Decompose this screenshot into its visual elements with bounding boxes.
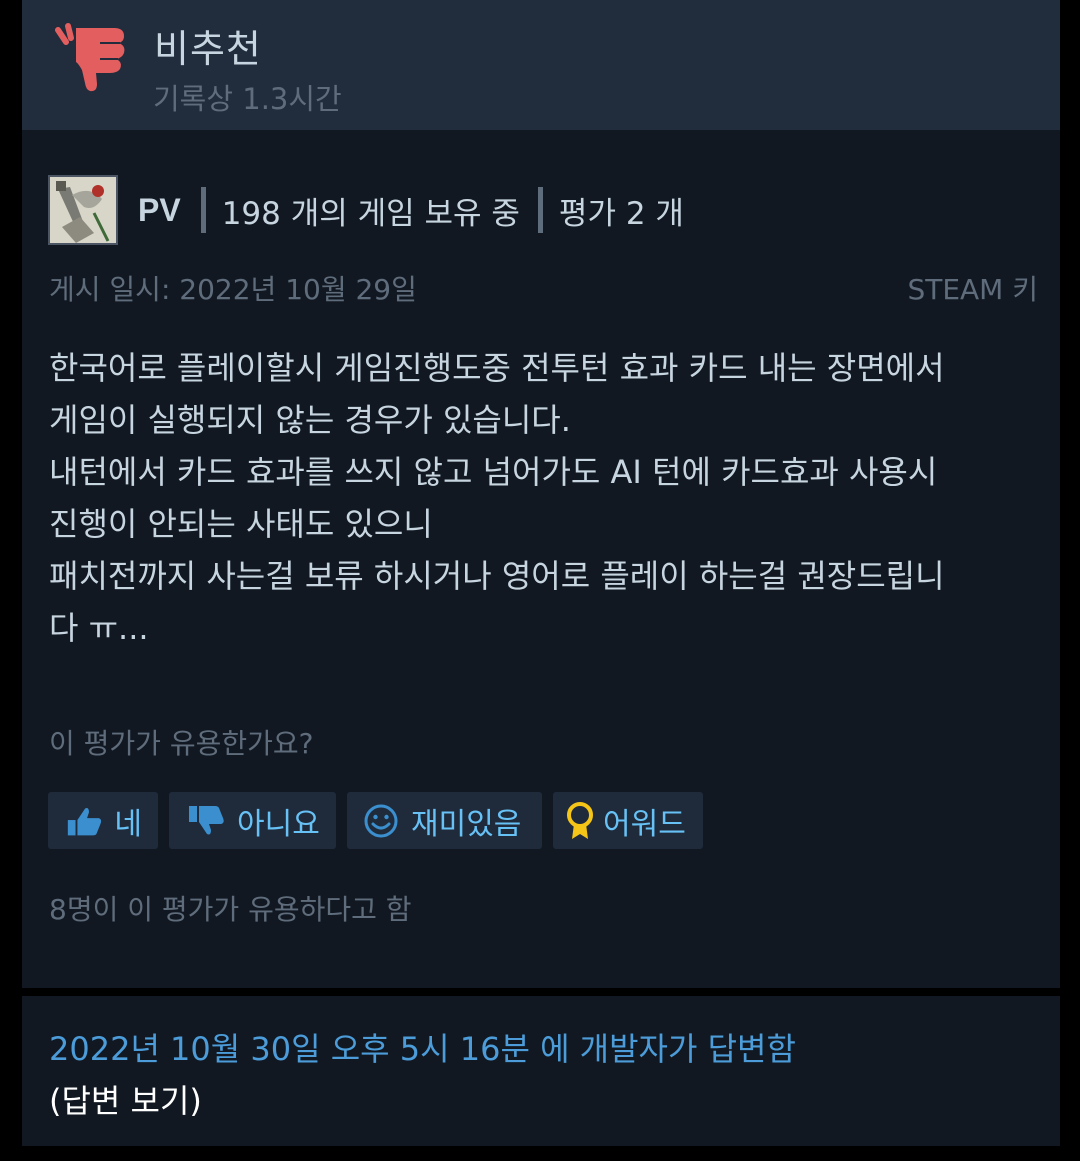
helpful-count: 8명이 이 평가가 유용하다고 함 xyxy=(49,893,412,926)
author-row: PV 198 개의 게임 보유 중 평가 2 개 xyxy=(48,175,684,245)
award-ribbon-icon xyxy=(567,801,593,839)
games-owned[interactable]: 198 개의 게임 보유 중 xyxy=(222,188,520,233)
vote-funny-button[interactable]: 재미있음 xyxy=(347,792,542,849)
helpful-question: 이 평가가 유용한가요? xyxy=(49,727,314,760)
vote-yes-label: 네 xyxy=(114,806,142,842)
smiley-icon xyxy=(364,804,398,837)
review-body: PV 198 개의 게임 보유 중 평가 2 개 게시 일시: 2022년 10… xyxy=(22,130,1060,988)
developer-response: 2022년 10월 30일 오후 5시 16분 에 개발자가 답변함 (답변 보… xyxy=(22,996,1060,1146)
review-header: 비추천 기록상 1.3시간 xyxy=(22,0,1060,130)
review-verdict: 비추천 xyxy=(154,27,262,71)
thumbs-down-icon xyxy=(55,23,125,92)
thumbs-down-icon xyxy=(189,805,224,834)
vote-no-button[interactable]: 아니요 xyxy=(169,792,336,849)
thumbs-up-icon xyxy=(67,807,102,835)
posted-date: 게시 일시: 2022년 10월 29일 xyxy=(49,273,417,306)
view-reply-link[interactable]: (답변 보기) xyxy=(49,1076,202,1122)
award-label: 어워드 xyxy=(603,806,686,842)
review-text: 한국어로 플레이할시 게임진행도중 전투턴 효과 카드 내는 장면에서 게임이 … xyxy=(49,349,945,647)
author-name[interactable]: PV xyxy=(138,192,181,229)
vote-funny-label: 재미있음 xyxy=(411,806,522,842)
playtime: 기록상 1.3시간 xyxy=(153,82,342,116)
developer-response-link[interactable]: 2022년 10월 30일 오후 5시 16분 에 개발자가 답변함 xyxy=(49,1024,796,1070)
review-count[interactable]: 평가 2 개 xyxy=(559,188,684,233)
product-source: STEAM 키 xyxy=(907,273,1038,306)
vote-no-label: 아니요 xyxy=(237,806,320,842)
divider xyxy=(537,187,543,233)
vote-buttons: 네 아니요 재미있음 어워드 xyxy=(48,792,703,849)
avatar-image-icon xyxy=(50,177,116,243)
divider xyxy=(200,187,206,233)
award-button[interactable]: 어워드 xyxy=(553,792,703,849)
vote-yes-button[interactable]: 네 xyxy=(48,792,158,849)
review-page: 비추천 기록상 1.3시간 PV 198 개의 게임 보유 중 평가 2 개 게… xyxy=(0,0,1080,1161)
avatar[interactable] xyxy=(48,175,118,245)
